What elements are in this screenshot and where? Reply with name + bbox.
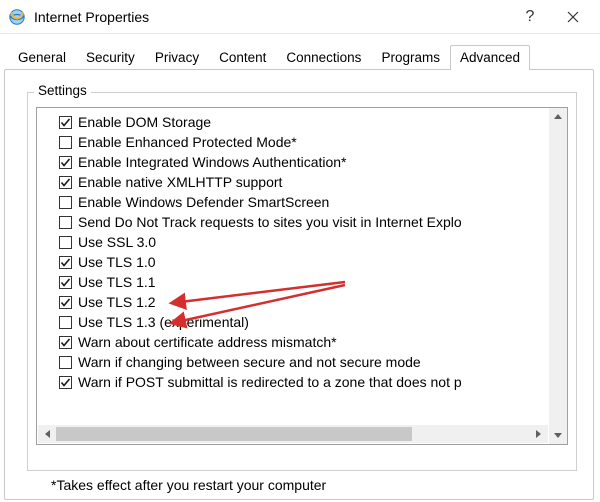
option-label: Warn about certificate address mismatch* [78,334,337,350]
vertical-scroll-track[interactable] [549,126,567,426]
checkbox[interactable] [59,256,72,269]
settings-list[interactable]: Enable DOM Storage Enable Enhanced Protec… [36,107,568,445]
list-item[interactable]: Use TLS 1.3 (experimental) [59,312,547,332]
checkbox[interactable] [59,156,72,169]
list-item[interactable]: Warn if changing between secure and not … [59,352,547,372]
list-item[interactable]: Send Do Not Track requests to sites you … [59,212,547,232]
checkbox[interactable] [59,296,72,309]
close-button[interactable] [550,1,596,33]
help-button[interactable]: ? [510,1,550,33]
checkbox[interactable] [59,136,72,149]
checkbox[interactable] [59,316,72,329]
checkbox[interactable] [59,196,72,209]
checkbox[interactable] [59,376,72,389]
option-label: Use SSL 3.0 [78,234,156,250]
option-label: Enable Windows Defender SmartScreen [78,194,329,210]
settings-group: Settings Enable DOM StorageEnable Enhanc… [27,92,577,471]
option-label: Warn if POST submittal is redirected to … [78,374,462,390]
tab-panel-advanced: Settings Enable DOM Storage Enable Enhanc… [4,69,594,500]
settings-legend: Settings [34,83,91,98]
scroll-up-arrow-icon[interactable] [549,108,567,126]
option-label: Use TLS 1.0 [78,254,156,270]
checkbox[interactable] [59,216,72,229]
close-icon [567,11,579,23]
list-item[interactable]: Use TLS 1.1 [59,272,547,292]
window-title: Internet Properties [34,9,149,25]
titlebar: Internet Properties ? [0,0,600,34]
checkbox[interactable] [59,336,72,349]
list-item[interactable]: Enable Windows Defender SmartScreen [59,192,547,212]
footnote: *Takes effect after you restart your com… [25,473,583,493]
list-item[interactable]: Use SSL 3.0 [59,232,547,252]
option-label: Enable Enhanced Protected Mode* [78,134,297,150]
list-item[interactable]: Enable Integrated Windows Authentication… [59,152,547,172]
option-label: Enable Integrated Windows Authentication… [78,154,347,170]
tab-advanced[interactable]: Advanced [450,45,530,70]
vertical-scrollbar[interactable] [549,108,567,444]
horizontal-scrollbar[interactable] [38,425,548,443]
tab-content[interactable]: Content [209,45,276,70]
horizontal-scroll-thumb[interactable] [56,427,412,441]
tab-general[interactable]: General [8,45,76,70]
scroll-left-arrow-icon[interactable] [38,429,56,439]
checkbox[interactable] [59,116,72,129]
tab-programs[interactable]: Programs [371,45,450,70]
list-item[interactable]: Use TLS 1.2 [59,292,547,312]
checkbox[interactable] [59,176,72,189]
list-item[interactable]: Enable Enhanced Protected Mode* [59,132,547,152]
list-item[interactable]: Use TLS 1.0 [59,252,547,272]
tab-privacy[interactable]: Privacy [145,45,209,70]
scroll-right-arrow-icon[interactable] [530,429,548,439]
option-label: Use TLS 1.3 (experimental) [78,314,249,330]
tab-security[interactable]: Security [76,45,145,70]
option-label: Send Do Not Track requests to sites you … [78,214,462,230]
option-label: Enable DOM Storage [78,114,211,130]
horizontal-scroll-track[interactable] [56,425,530,443]
scroll-down-arrow-icon[interactable] [549,426,567,444]
tab-strip: GeneralSecurityPrivacyContentConnections… [4,44,594,69]
checkbox[interactable] [59,356,72,369]
list-item[interactable]: Warn about certificate address mismatch* [59,332,547,352]
list-item[interactable]: Enable native XMLHTTP support [59,172,547,192]
tab-connections[interactable]: Connections [276,45,371,70]
option-label: Use TLS 1.1 [78,274,156,290]
option-label: Warn if changing between secure and not … [78,354,421,370]
list-item[interactable]: Warn if POST submittal is redirected to … [59,372,547,392]
option-label: Use TLS 1.2 [78,294,156,310]
checkbox[interactable] [59,276,72,289]
checkbox[interactable] [59,236,72,249]
option-label: Enable native XMLHTTP support [78,174,282,190]
app-icon [8,8,26,26]
list-item[interactable]: Enable DOM Storage [59,112,547,132]
